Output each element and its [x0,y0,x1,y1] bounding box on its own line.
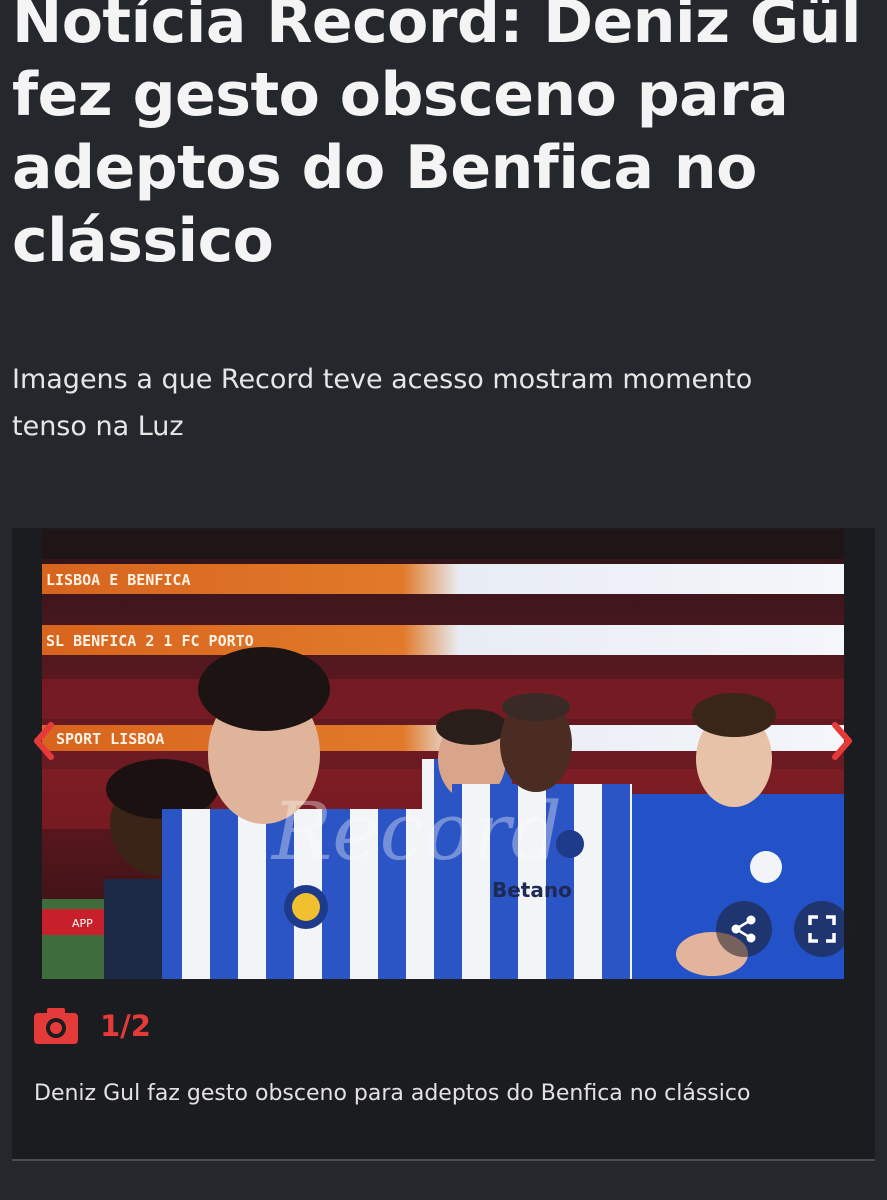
share-icon [731,915,756,943]
fullscreen-icon [808,915,836,943]
led-banner-score: SL BENFICA 2 1 FC PORTO [46,632,254,650]
next-photo-button[interactable] [824,716,860,766]
fullscreen-button[interactable] [794,901,850,957]
camera-icon [34,1008,78,1044]
article-subtitle: Imagens a que Record teve acesso mostram… [12,364,753,442]
photo-gallery: LISBOA E BENFICA SL BENFICA 2 1 FC PORTO… [12,528,875,1160]
share-button[interactable] [716,901,772,957]
photo-counter: 1/2 [32,1006,151,1046]
section-divider [12,1159,875,1161]
photo-caption: Deniz Gul faz gesto obsceno para adeptos… [34,1081,751,1106]
article-headline: Notícia Record: Deniz Gül fez gesto obsc… [12,0,861,276]
photo-counter-text: 1/2 [100,1009,151,1043]
led-banner-top: LISBOA E BENFICA [46,571,191,589]
shirt-sponsor: Betano [492,878,572,902]
previous-photo-button[interactable] [26,716,62,766]
led-banner-mid: SPORT LISBOA [56,730,164,748]
photo-watermark: Record [270,785,562,878]
pitch-board-text: APP [72,917,93,930]
chevron-right-icon [832,722,852,760]
chevron-left-icon [34,722,54,760]
